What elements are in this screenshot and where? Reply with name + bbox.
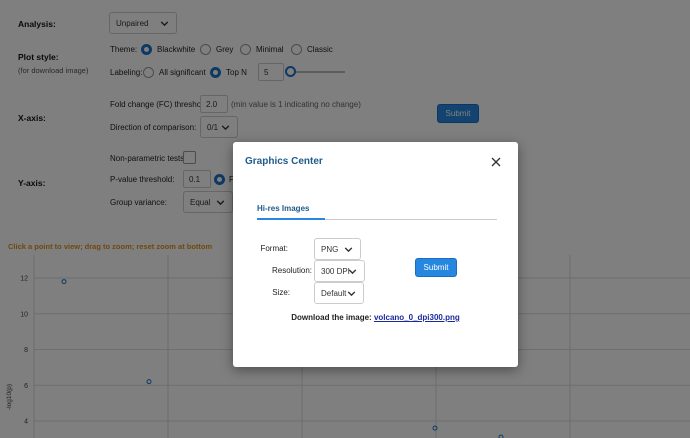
chevron-down-icon: [344, 247, 353, 253]
format-select[interactable]: PNG: [314, 238, 361, 260]
close-icon[interactable]: [490, 156, 502, 168]
chevron-down-icon: [348, 269, 357, 275]
tab-active-indicator: [257, 218, 325, 220]
size-select-value: Default: [321, 288, 347, 298]
download-link[interactable]: volcano_0_dpi300.png: [374, 313, 460, 322]
modal-title: Graphics Center: [245, 156, 323, 167]
size-label: Size:: [272, 288, 290, 297]
size-select[interactable]: Default: [314, 282, 364, 304]
modal-submit-button[interactable]: Submit: [415, 258, 457, 277]
chevron-down-icon: [347, 291, 356, 297]
resolution-select[interactable]: 300 DPI: [314, 260, 365, 282]
download-text: Download the image:: [291, 313, 372, 322]
format-label: Format:: [260, 244, 288, 253]
graphics-center-modal: Graphics Center Hi-res Images Format: PN…: [233, 142, 518, 367]
resolution-select-value: 300 DPI: [321, 266, 350, 276]
download-line: Download the image: volcano_0_dpi300.png: [233, 313, 518, 322]
resolution-label: Resolution:: [271, 266, 312, 275]
tab-hi-res-images[interactable]: Hi-res Images: [257, 204, 309, 217]
format-select-value: PNG: [321, 244, 339, 254]
